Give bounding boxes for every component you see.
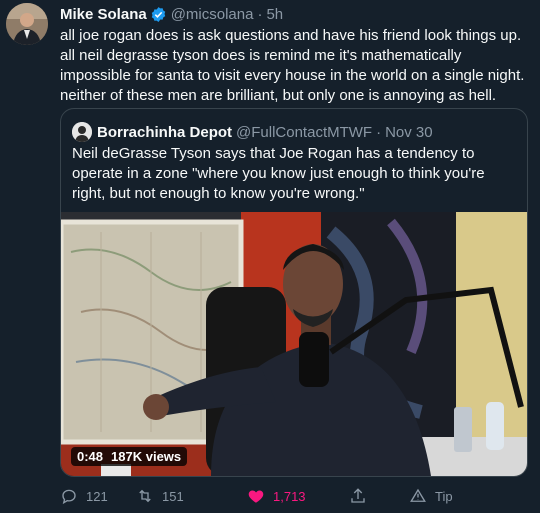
- quoted-author-name: Borrachinha Depot: [97, 123, 233, 141]
- video-info-badge: 0:48 187K views: [71, 447, 188, 466]
- tip-label: Tip: [435, 488, 453, 504]
- reply-button[interactable]: 121: [60, 484, 108, 508]
- tweet-text: all joe rogan does is ask questions and …: [60, 27, 525, 104]
- retweet-icon: [139, 489, 151, 503]
- author-handle[interactable]: @micsolana: [171, 6, 254, 23]
- tip-icon: [410, 488, 426, 502]
- heart-icon: [248, 490, 264, 503]
- author-avatar[interactable]: [6, 3, 48, 45]
- video-player[interactable]: 0:48 187K views: [61, 212, 527, 476]
- reply-count: 121: [86, 488, 108, 504]
- quoted-date: Nov 30: [385, 123, 433, 141]
- tweet-time[interactable]: 5h: [266, 6, 283, 23]
- video-duration: 0:48: [77, 449, 104, 464]
- video-thumbnail: [61, 212, 527, 476]
- author-name[interactable]: Mike Solana: [60, 6, 147, 23]
- header-separator: ·: [257, 5, 263, 23]
- tweet-header: Mike Solana @micsolana · 5h: [60, 4, 283, 24]
- quoted-author-avatar: [72, 122, 92, 142]
- tip-button[interactable]: Tip: [409, 484, 453, 508]
- like-count: 1,713: [273, 488, 306, 504]
- video-views: 187K views: [111, 449, 182, 464]
- quoted-tweet-header: Borrachinha Depot @FullContactMTWF · Nov…: [72, 122, 433, 142]
- quoted-separator: ·: [376, 123, 382, 141]
- tweet-actions: 121 151 1,713 Tip: [60, 484, 530, 508]
- retweet-count: 151: [162, 488, 184, 504]
- verified-badge-icon: [150, 6, 167, 23]
- like-button[interactable]: 1,713: [247, 484, 306, 508]
- reply-icon: [62, 489, 76, 505]
- share-button[interactable]: [349, 484, 367, 508]
- retweet-button[interactable]: 151: [136, 484, 184, 508]
- quoted-tweet-text: Neil deGrasse Tyson says that Joe Rogan …: [72, 145, 485, 202]
- quoted-author-handle: @FullContactMTWF: [236, 123, 373, 141]
- share-icon: [351, 488, 365, 503]
- quoted-tweet[interactable]: Borrachinha Depot @FullContactMTWF · Nov…: [60, 108, 528, 477]
